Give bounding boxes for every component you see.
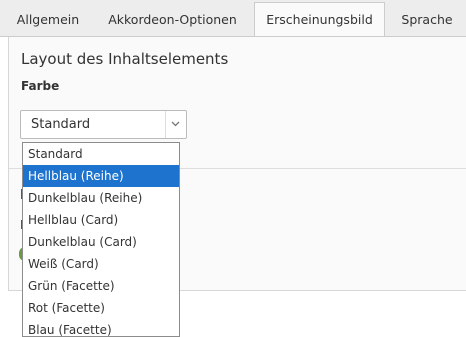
- tab-label: Allgemein: [16, 12, 80, 27]
- dropdown-option[interactable]: Standard: [23, 143, 179, 165]
- tab-akkordeon-optionen[interactable]: Akkordeon-Optionen: [95, 4, 250, 36]
- dropdown-option[interactable]: Rot (Facette): [23, 297, 179, 319]
- tab-label: Akkordeon-Optionen: [108, 12, 237, 27]
- dropdown-option[interactable]: Grün (Facette): [23, 275, 179, 297]
- dropdown-option-highlighted[interactable]: Hellblau (Reihe): [23, 165, 179, 187]
- dropdown-option[interactable]: Hellblau (Card): [23, 209, 179, 231]
- dropdown-option[interactable]: Dunkelblau (Card): [23, 231, 179, 253]
- dropdown-option[interactable]: Dunkelblau (Reihe): [23, 187, 179, 209]
- color-dropdown-list[interactable]: Standard Hellblau (Reihe) Dunkelblau (Re…: [22, 142, 180, 337]
- tab-label: Sprache: [401, 12, 453, 27]
- color-select[interactable]: Standard: [20, 110, 187, 139]
- section-title: Layout des Inhaltselements: [21, 50, 229, 68]
- tab-bar: Allgemein Akkordeon-Optionen Erscheinung…: [0, 0, 466, 37]
- field-label-farbe: Farbe: [21, 79, 60, 93]
- dropdown-option[interactable]: Weiß (Card): [23, 253, 179, 275]
- select-value: Standard: [31, 117, 91, 132]
- tab-sprache[interactable]: Sprache: [391, 4, 463, 36]
- tab-erscheinungsbild[interactable]: Erscheinungsbild: [254, 2, 385, 37]
- tab-allgemein[interactable]: Allgemein: [8, 4, 88, 36]
- chevron-down-icon[interactable]: [165, 111, 186, 138]
- tab-label: Erscheinungsbild: [266, 12, 373, 27]
- dropdown-option[interactable]: Blau (Facette): [23, 319, 179, 336]
